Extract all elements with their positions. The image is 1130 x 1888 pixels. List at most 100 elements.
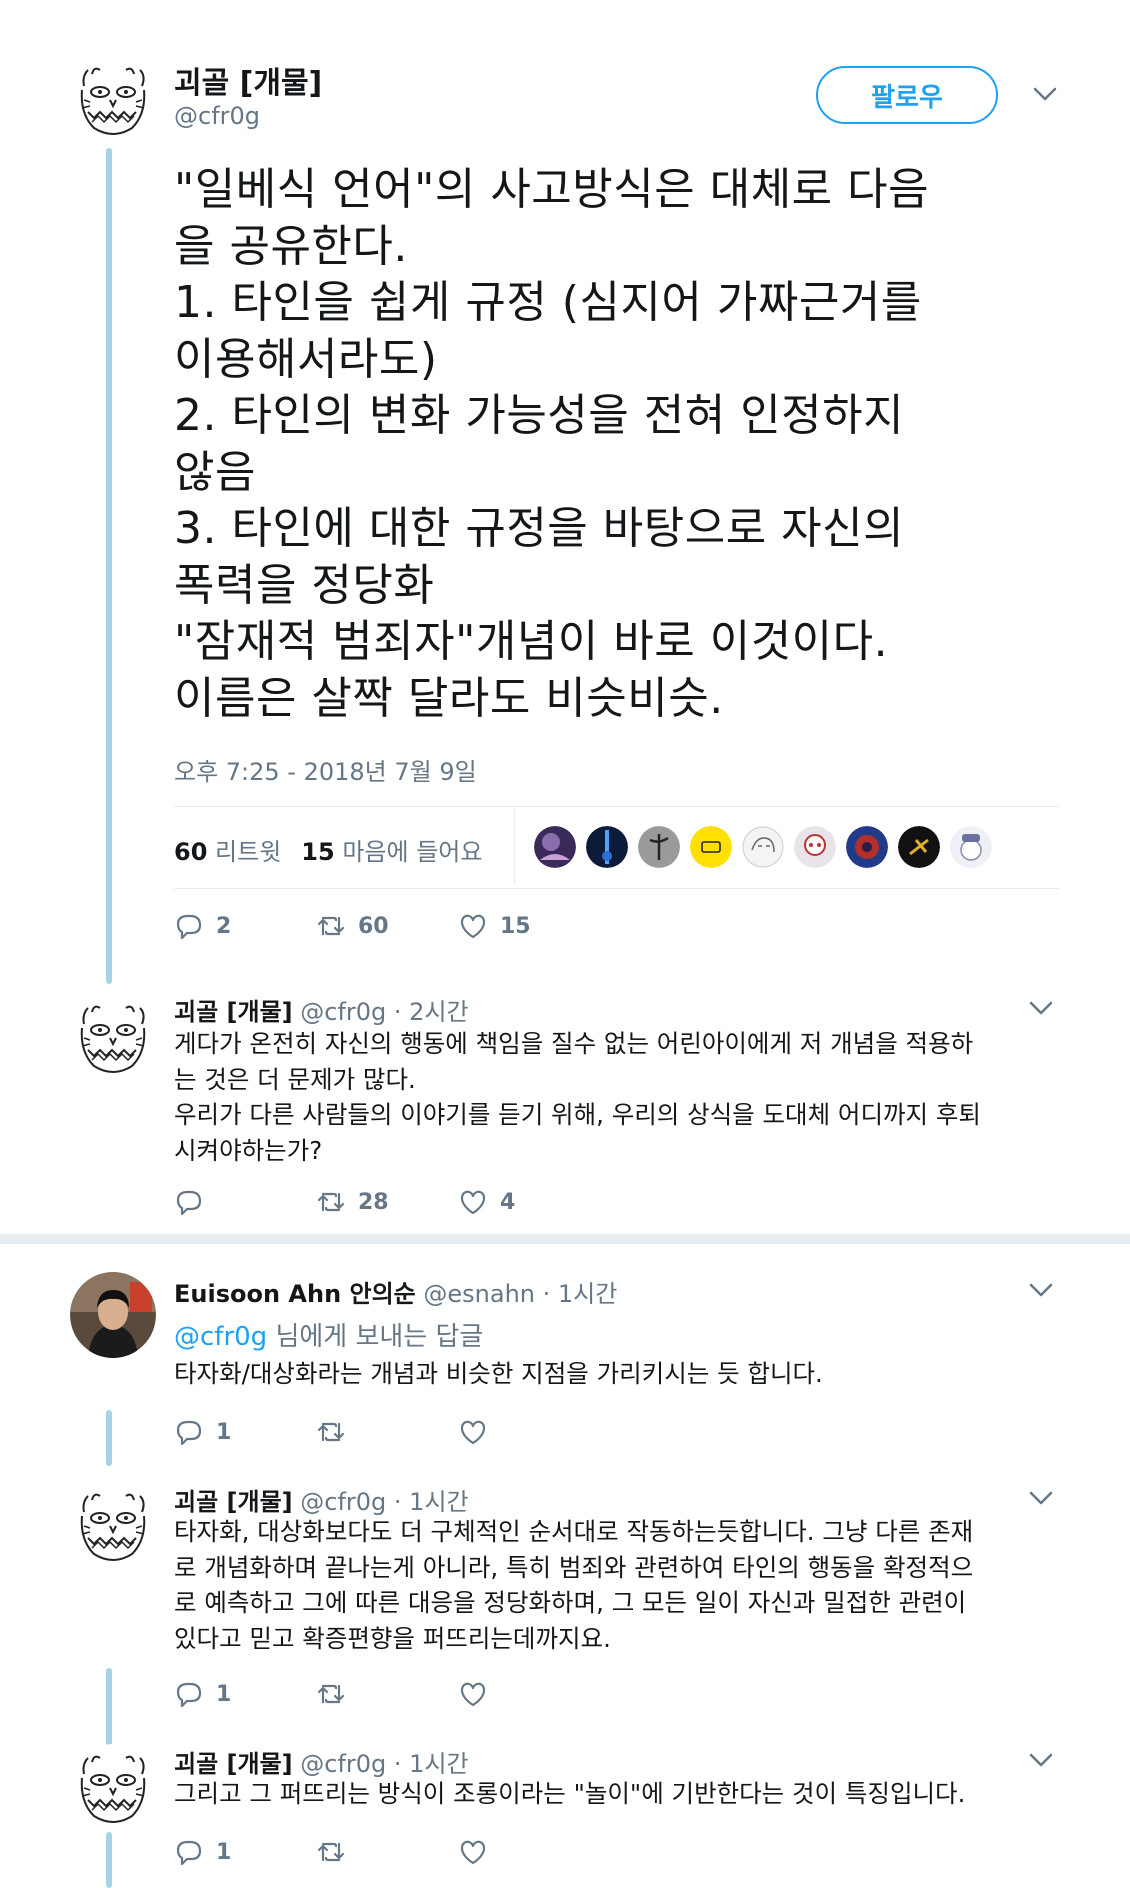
heart-icon: [458, 912, 488, 940]
reply-icon: [174, 912, 204, 940]
author-name[interactable]: 괴골 [개물]: [174, 998, 293, 1026]
avatar[interactable]: [70, 994, 156, 1080]
heart-icon: [458, 1680, 488, 1708]
author-name[interactable]: Euisoon Ahn 안의순: [174, 1280, 416, 1308]
retweet-icon: [316, 1418, 346, 1446]
like-count: 15: [301, 838, 335, 866]
heart-icon: [458, 1188, 488, 1216]
avatar[interactable]: [70, 56, 156, 142]
reply-count: 2: [216, 913, 232, 939]
heart-icon: [458, 1418, 488, 1446]
retweet-button[interactable]: [316, 1680, 458, 1708]
liker-avatar[interactable]: [846, 826, 888, 868]
liker-avatar[interactable]: [742, 826, 784, 868]
thread-line: [106, 1832, 112, 1888]
tweet-text: "일베식 언어"의 사고방식은 대체로 다음 을 공유한다. 1. 타인을 쉽게…: [174, 164, 930, 724]
author-handle[interactable]: @cfr0g: [300, 1750, 386, 1778]
reply-count: 1: [216, 1419, 232, 1445]
reply-count: 1: [216, 1681, 232, 1707]
liker-avatar[interactable]: [586, 826, 628, 868]
chevron-down-icon: [1028, 1000, 1054, 1016]
tweet-time[interactable]: · 2시간: [394, 998, 469, 1026]
mention-link[interactable]: @cfr0g: [174, 1322, 267, 1352]
reply-button[interactable]: 2: [174, 912, 316, 940]
chevron-down-icon: [1032, 86, 1058, 102]
tweet-text: 타자화, 대상화보다도 더 구체적인 순서대로 작동하는듯합니다. 그냥 다른 …: [174, 1517, 974, 1653]
reply-actions: 28 4: [174, 1188, 600, 1216]
like-button[interactable]: 4: [458, 1188, 600, 1216]
retweet-stat[interactable]: 60 리트윗: [174, 832, 281, 867]
like-button[interactable]: [458, 1418, 600, 1446]
retweet-button[interactable]: [316, 1418, 458, 1446]
avatar[interactable]: [70, 1744, 156, 1830]
divider: [174, 806, 1060, 807]
reply-header: 괴골 [개물] @cfr0g · 2시간: [174, 992, 469, 1027]
chevron-down-icon: [1028, 1282, 1054, 1298]
author-name[interactable]: 괴골 [개물]: [174, 1750, 293, 1778]
retweet-button[interactable]: 28: [316, 1188, 458, 1216]
replying-to-label: 님에게 보내는 답글: [267, 1322, 484, 1352]
liker-avatar[interactable]: [950, 826, 992, 868]
author-handle[interactable]: @esnahn: [423, 1280, 535, 1308]
tweet-time[interactable]: · 1시간: [394, 1488, 469, 1516]
divider: [174, 888, 1060, 889]
tweet-text: 타자화/대상화라는 개념과 비슷한 지점을 가리키시는 듯 합니다.: [174, 1359, 823, 1388]
chevron-down-icon: [1028, 1752, 1054, 1768]
author-handle[interactable]: @cfr0g: [300, 998, 386, 1026]
follow-button[interactable]: 팔로우: [816, 66, 998, 124]
author-name[interactable]: 괴골 [개물]: [174, 58, 322, 102]
retweet-count: 28: [358, 1189, 389, 1215]
reply-header: 괴골 [개물] @cfr0g · 1시간: [174, 1482, 469, 1517]
reply-count: 1: [216, 1839, 232, 1865]
tweet-menu-button[interactable]: [1028, 1282, 1054, 1298]
author-name[interactable]: 괴골 [개물]: [174, 1488, 293, 1516]
avatar[interactable]: [70, 1272, 156, 1358]
like-button[interactable]: 15: [458, 912, 600, 940]
like-button[interactable]: [458, 1680, 600, 1708]
like-count: 4: [500, 1189, 516, 1215]
thread-line: [106, 1410, 112, 1466]
tweet-text: 게다가 온전히 자신의 행동에 책임을 질수 없는 어린아이에게 저 개념을 적…: [174, 1029, 981, 1165]
tweet-time[interactable]: · 1시간: [394, 1750, 469, 1778]
author-handle[interactable]: @cfr0g: [300, 1488, 386, 1516]
liker-avatar[interactable]: [898, 826, 940, 868]
thread-line: [106, 148, 112, 984]
photo-avatar-icon: [70, 1272, 156, 1358]
chevron-down-icon: [1028, 1490, 1054, 1506]
tweet-time[interactable]: · 1시간: [543, 1280, 618, 1308]
reply-button[interactable]: [174, 1188, 316, 1216]
thread-line: [106, 1668, 112, 1748]
doodle-avatar-icon: [70, 1482, 156, 1568]
reply-button[interactable]: 1: [174, 1418, 316, 1446]
tweet-menu-button[interactable]: [1028, 1000, 1054, 1016]
retweet-button[interactable]: 60: [316, 912, 458, 940]
tweet-timestamp[interactable]: 오후 7:25 - 2018년 7월 9일: [174, 752, 477, 787]
like-button[interactable]: [458, 1838, 600, 1866]
retweet-icon: [316, 1680, 346, 1708]
conversation-divider: [0, 1234, 1130, 1244]
like-stat[interactable]: 15 마음에 들어요: [301, 832, 482, 867]
author-handle[interactable]: @cfr0g: [174, 102, 260, 130]
doodle-avatar-icon: [70, 1744, 156, 1830]
tweet-text: 그리고 그 퍼뜨리는 방식이 조롱이라는 "놀이"에 기반한다는 것이 특징입니…: [174, 1779, 966, 1808]
retweet-count: 60: [358, 913, 389, 939]
tweet-menu-button[interactable]: [1028, 1752, 1054, 1768]
reply-icon: [174, 1838, 204, 1866]
retweet-button[interactable]: [316, 1838, 458, 1866]
retweet-icon: [316, 1188, 346, 1216]
tweet-menu-button[interactable]: [1032, 86, 1058, 102]
avatar[interactable]: [70, 1482, 156, 1568]
reply-actions: 1: [174, 1838, 600, 1866]
retweet-stat-label: 리트윗: [215, 838, 282, 866]
liker-avatar[interactable]: [534, 826, 576, 868]
reply-button[interactable]: 1: [174, 1680, 316, 1708]
reply-header: 괴골 [개물] @cfr0g · 1시간: [174, 1744, 469, 1779]
reply-button[interactable]: 1: [174, 1838, 316, 1866]
liker-avatar[interactable]: [794, 826, 836, 868]
doodle-avatar-icon: [70, 994, 156, 1080]
tweet-menu-button[interactable]: [1028, 1490, 1054, 1506]
liker-avatar[interactable]: [690, 826, 732, 868]
retweet-icon: [316, 912, 346, 940]
reply-icon: [174, 1418, 204, 1446]
liker-avatar[interactable]: [638, 826, 680, 868]
